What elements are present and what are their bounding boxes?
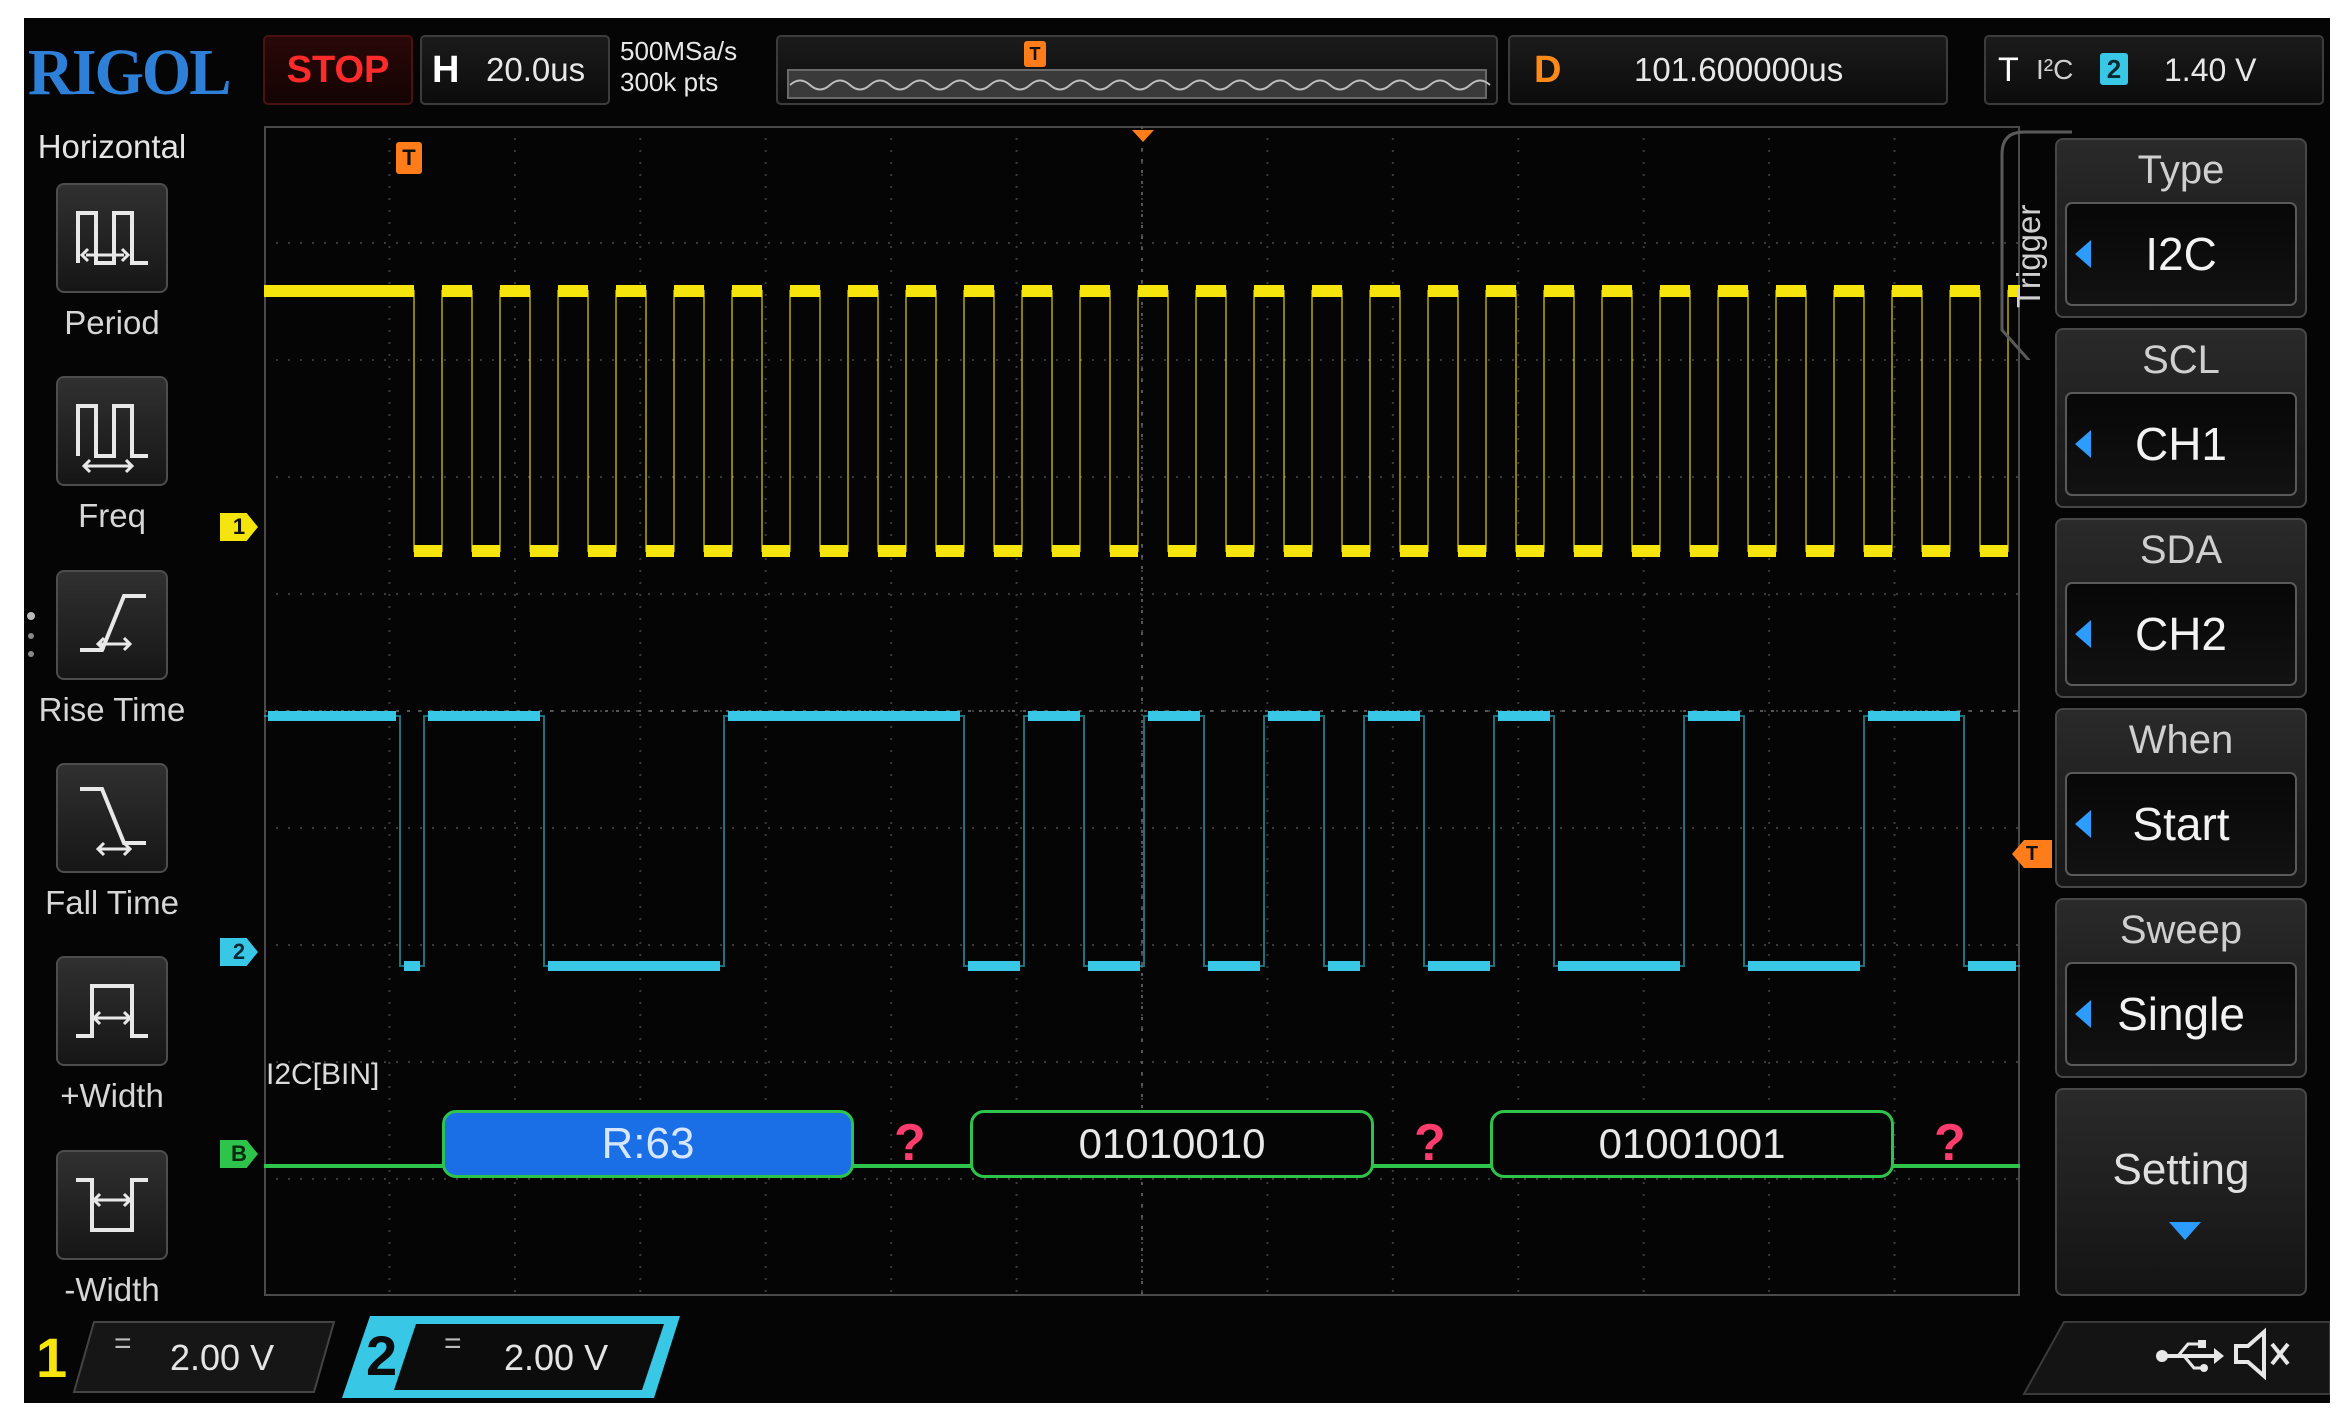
when-value-box[interactable]: Start [2065, 772, 2297, 876]
ch1-scale[interactable]: 2.00 V [170, 1323, 274, 1393]
memory-timeline: T [776, 35, 1498, 105]
decode-packet-address[interactable]: R:63 [442, 1110, 854, 1178]
decode-format-label: I2C[BIN] [266, 1058, 380, 1091]
oscilloscope-screen: RIGOL STOP H 20.0us 500MSa/s 300k pts T … [24, 18, 2330, 1403]
setting-button[interactable]: Setting [2055, 1088, 2307, 1296]
decode-ack-error-2: ? [1414, 1114, 1446, 1172]
trigger-when-menu[interactable]: When Start [2055, 708, 2307, 888]
freq-icon [76, 404, 148, 474]
bus-offset-marker[interactable]: B [220, 1140, 258, 1168]
scl-value-box[interactable]: CH1 [2065, 392, 2297, 496]
fall-time-icon [80, 787, 146, 857]
trigger-type-value-box[interactable]: I2C [2065, 202, 2297, 306]
negative-width-icon [76, 1178, 148, 1232]
trigger-status-box[interactable]: T I²C 2 1.40 V [1984, 35, 2324, 105]
positive-width-measure-button[interactable] [56, 956, 168, 1066]
decode-packet-data-2[interactable]: 01001001 [1490, 1110, 1894, 1178]
rise-time-label: Rise Time [38, 691, 186, 728]
scl-title: SCL [2142, 338, 2220, 382]
trigger-type-value: I2C [2145, 228, 2217, 280]
sda-title: SDA [2139, 528, 2223, 572]
ch1-number[interactable]: 1 [36, 1318, 67, 1398]
freq-measure-button[interactable] [56, 376, 168, 486]
ch2-number[interactable]: 2 [366, 1316, 397, 1396]
scl-value: CH1 [2134, 418, 2228, 470]
sweep-title: Sweep [2119, 908, 2243, 952]
run-stop-status[interactable]: STOP [263, 35, 413, 105]
fall-time-label: Fall Time [45, 884, 179, 921]
negative-width-measure-button[interactable] [56, 1150, 168, 1260]
sample-rate: 500MSa/s [620, 36, 738, 66]
menu-tab-label: Trigger [2010, 204, 2047, 308]
rise-time-measure-button[interactable] [56, 570, 168, 680]
decode-packet-address-text: R:63 [601, 1119, 695, 1168]
when-title: When [2128, 718, 2234, 762]
sda-value: CH2 [2134, 608, 2228, 660]
ch1-coupling: = [114, 1327, 132, 1360]
decode-ack-error-1: ? [894, 1114, 926, 1172]
ch2-scale[interactable]: 2.00 V [504, 1323, 608, 1393]
period-measure-button[interactable] [56, 183, 168, 293]
trigger-type-menu[interactable]: Type I2C [2055, 138, 2307, 318]
period-label: Period [64, 304, 160, 341]
sound-muted-icon[interactable] [2230, 1324, 2294, 1384]
sweep-value-box[interactable]: Single [2065, 962, 2297, 1066]
horizontal-letter: H [432, 49, 460, 91]
trigger-type-label: I²C [2036, 54, 2074, 85]
timebase-value: 20.0us [486, 51, 586, 88]
delay-value: 101.600000us [1634, 51, 1844, 88]
trigger-position-marker[interactable]: T [396, 142, 422, 174]
trigger-letter: T [1998, 51, 2019, 89]
decode-packet-data-2-text: 01001001 [1598, 1120, 1786, 1167]
memory-depth: 300k pts [620, 67, 719, 97]
trigger-level: 1.40 V [2164, 52, 2257, 88]
ch2-coupling: = [444, 1327, 462, 1360]
scl-source-menu[interactable]: SCL CH1 [2055, 328, 2307, 508]
decode-packet-data-1-text: 01010010 [1078, 1120, 1266, 1167]
trigger-center-marker [1132, 130, 1154, 142]
decode-packet-data-1[interactable]: 01010010 [970, 1110, 1374, 1178]
decode-ack-error-3: ? [1934, 1114, 1966, 1172]
positive-width-label: +Width [60, 1077, 164, 1114]
brand-logo: RIGOL [28, 36, 232, 109]
sda-value-box[interactable]: CH2 [2065, 582, 2297, 686]
freq-label: Freq [78, 497, 146, 534]
trigger-type-title: Type [2137, 148, 2225, 192]
ch2-offset-marker[interactable]: 2 [220, 938, 258, 966]
ch1-offset-marker[interactable]: 1 [220, 513, 258, 541]
chevron-down-icon [2169, 1222, 2201, 1240]
negative-width-label: -Width [64, 1271, 160, 1308]
period-icon [76, 211, 148, 265]
rise-time-icon [80, 594, 146, 652]
trigger-source-badge: 2 [2100, 53, 2128, 85]
timebase-box[interactable]: H 20.0us [420, 35, 610, 105]
timeline-trigger-marker: T [1024, 41, 1046, 67]
fall-time-measure-button[interactable] [56, 763, 168, 873]
usb-icon [2156, 1340, 2224, 1372]
sweep-mode-menu[interactable]: Sweep Single [2055, 898, 2307, 1078]
positive-width-icon [76, 984, 148, 1038]
setting-label: Setting [2112, 1145, 2250, 1194]
delay-letter: D [1534, 49, 1562, 91]
sweep-value: Single [2117, 988, 2245, 1040]
when-value: Start [2132, 798, 2230, 850]
memory-overview-waveform [787, 69, 1491, 99]
measure-category-title: Horizontal [37, 128, 187, 165]
panel-scroll-dots [27, 612, 35, 657]
sda-source-menu[interactable]: SDA CH2 [2055, 518, 2307, 698]
delay-box[interactable]: D 101.600000us [1508, 35, 1948, 105]
